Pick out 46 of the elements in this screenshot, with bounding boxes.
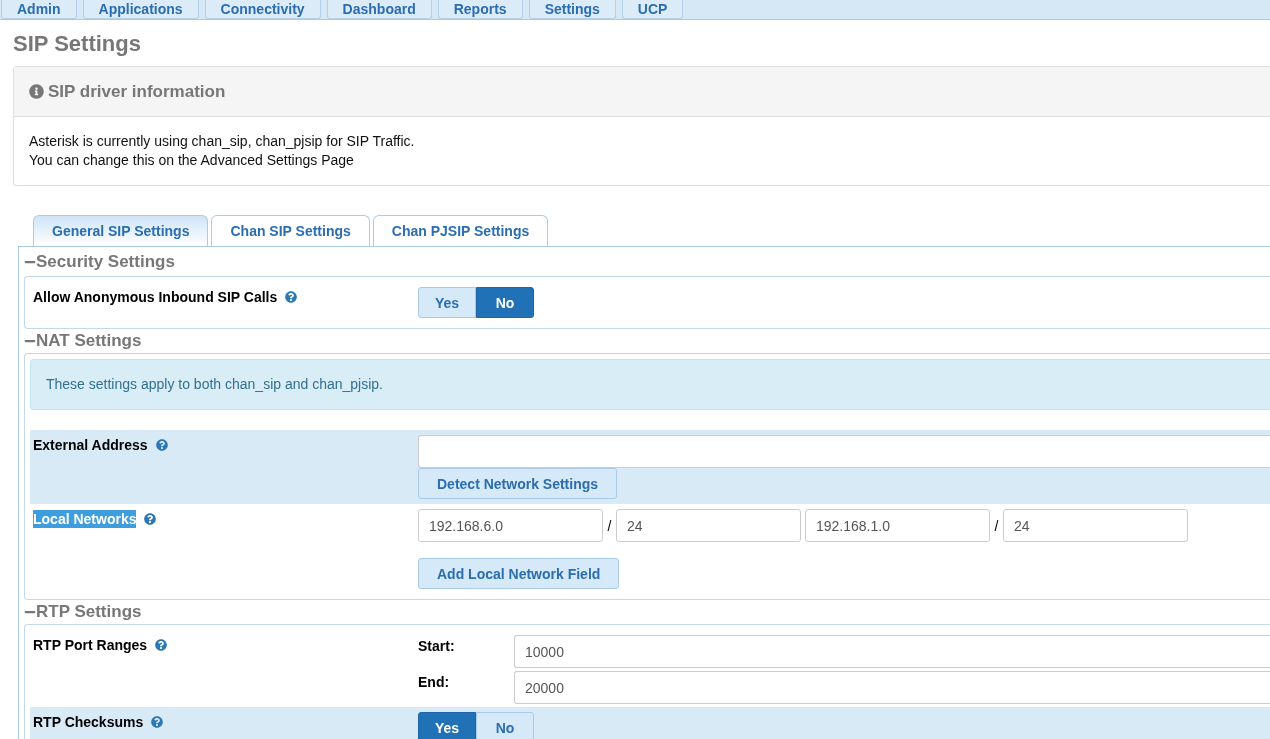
text-input[interactable]: 192.168.1.0: [805, 509, 990, 542]
settings-tab[interactable]: Chan SIP Settings: [211, 215, 370, 246]
text-input[interactable]: 24: [616, 509, 801, 542]
nav-tab[interactable]: UCP: [621, 0, 684, 19]
toggle-option[interactable]: Yes: [418, 287, 476, 318]
help-icon[interactable]: [151, 716, 164, 728]
nav-tab[interactable]: Admin: [1, 0, 77, 19]
slash-separator: /: [993, 517, 1000, 534]
section-title: NAT Settings: [36, 330, 142, 352]
panel-title: SIP driver information: [48, 81, 226, 102]
help-icon[interactable]: [155, 639, 168, 651]
section-title: RTP Settings: [36, 601, 142, 623]
info-text: Asterisk is currently using chan_sip, chan_pjsip for SIP Traffic.: [29, 132, 415, 151]
text-input[interactable]: 24: [1003, 509, 1188, 542]
nav-tab[interactable]: Reports: [437, 0, 523, 19]
action-button[interactable]: Detect Network Settings: [418, 468, 618, 499]
nav-tab[interactable]: Applications: [82, 0, 199, 19]
settings-tab[interactable]: General SIP Settings: [33, 215, 209, 246]
field-label: RTP Checksums: [33, 713, 144, 731]
slash-separator: /: [606, 517, 613, 534]
field-label: Start:: [418, 637, 455, 656]
text-input[interactable]: [418, 435, 1270, 468]
action-button[interactable]: Add Local Network Field: [418, 558, 620, 589]
nav-tab[interactable]: Connectivity: [204, 0, 321, 19]
help-icon[interactable]: [155, 439, 168, 451]
settings-tab[interactable]: Chan PJSIP Settings: [372, 215, 549, 246]
field-label: Allow Anonymous Inbound SIP Calls: [33, 288, 278, 306]
text-input[interactable]: 20000: [514, 671, 1270, 704]
toggle-option[interactable]: Yes: [418, 712, 476, 739]
help-icon[interactable]: [144, 513, 157, 525]
info-alert: These settings apply to both chan_sip and chan_pjsip.: [30, 359, 1270, 410]
section-title: Security Settings: [36, 251, 175, 273]
info-text: You can change this on the Advanced Settings Page: [29, 151, 354, 170]
info-icon: [29, 84, 44, 99]
field-label: End:: [418, 673, 450, 692]
field-label: Local Networks: [33, 510, 137, 528]
field-label: RTP Port Ranges: [33, 636, 148, 654]
page-title: SIP Settings: [13, 31, 141, 57]
toggle-option[interactable]: No: [476, 712, 534, 739]
text-input[interactable]: 192.168.6.0: [418, 509, 603, 542]
help-icon[interactable]: [285, 291, 298, 303]
text-input[interactable]: 10000: [514, 635, 1270, 668]
toggle-option[interactable]: No: [476, 287, 534, 318]
nav-tab[interactable]: Settings: [528, 0, 616, 19]
nav-tab[interactable]: Dashboard: [326, 0, 432, 19]
field-label: External Address: [33, 436, 148, 454]
